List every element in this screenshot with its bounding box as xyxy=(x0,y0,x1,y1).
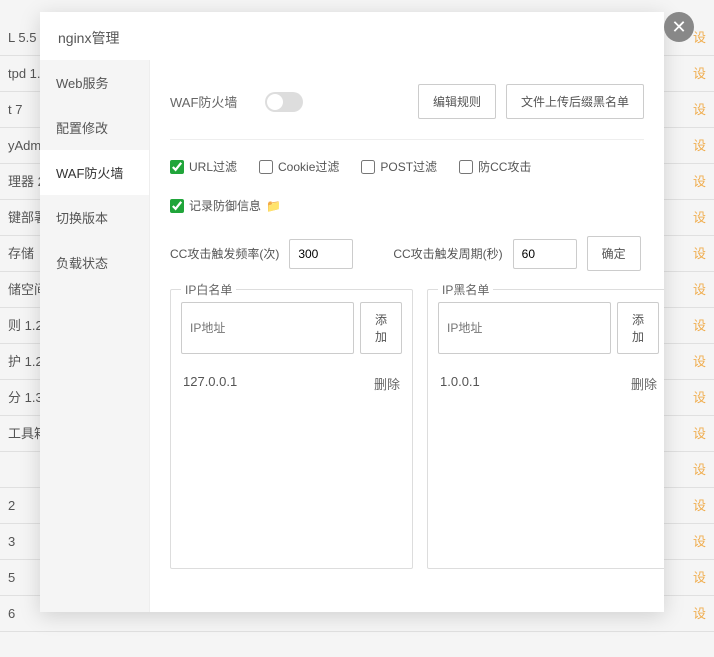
check-input-1[interactable] xyxy=(259,160,273,174)
check-2[interactable]: POST过滤 xyxy=(361,158,437,175)
check-input-0[interactable] xyxy=(170,160,184,174)
blacklist-item: 1.0.0.1 删除 xyxy=(440,368,657,399)
sidebar-item-0[interactable]: Web服务 xyxy=(40,60,149,105)
whitelist-input[interactable] xyxy=(181,302,354,354)
check-3[interactable]: 防CC攻击 xyxy=(459,158,531,175)
check-label: 记录防御信息 xyxy=(189,197,261,214)
cc-freq-label: CC攻击触发频率(次) xyxy=(170,245,279,262)
nginx-modal: nginx管理 Web服务配置修改WAF防火墙切换版本负载状态 WAF防火墙 编… xyxy=(40,12,664,612)
folder-icon[interactable]: 📁 xyxy=(266,199,281,213)
delete-link[interactable]: 删除 xyxy=(631,374,657,393)
sidebar-item-3[interactable]: 切换版本 xyxy=(40,195,149,240)
blacklist-add-button[interactable]: 添加 xyxy=(617,302,659,354)
modal-title: nginx管理 xyxy=(40,12,664,60)
check-input-3[interactable] xyxy=(459,160,473,174)
check-1[interactable]: Cookie过滤 xyxy=(259,158,339,175)
modal-content: WAF防火墙 编辑规则 文件上传后缀黑名单 URL过滤 Cookie过滤 POST过… xyxy=(150,60,664,612)
edit-rules-button[interactable]: 编辑规则 xyxy=(418,84,496,119)
confirm-button[interactable]: 确定 xyxy=(587,236,641,271)
check-input-2[interactable] xyxy=(361,160,375,174)
whitelist-item: 127.0.0.1 删除 xyxy=(183,368,400,399)
blacklist-box: IP黑名单 添加 1.0.0.1删除 xyxy=(427,289,664,569)
filter-checks: URL过滤 Cookie过滤 POST过滤 防CC攻击记录防御信息 📁 xyxy=(170,140,644,232)
close-icon[interactable]: ✕ xyxy=(664,12,694,42)
cc-freq-input[interactable] xyxy=(289,239,353,269)
ip-value: 127.0.0.1 xyxy=(183,374,237,393)
cc-cycle-input[interactable] xyxy=(513,239,577,269)
blacklist-title: IP黑名单 xyxy=(438,281,493,298)
cc-cycle-label: CC攻击触发周期(秒) xyxy=(393,245,502,262)
check-input-4[interactable] xyxy=(170,199,184,213)
check-label: Cookie过滤 xyxy=(278,158,339,175)
check-4[interactable]: 记录防御信息 📁 xyxy=(170,197,281,214)
check-label: URL过滤 xyxy=(189,158,237,175)
sidebar: Web服务配置修改WAF防火墙切换版本负载状态 xyxy=(40,60,150,612)
waf-label: WAF防火墙 xyxy=(170,92,237,111)
ext-blacklist-button[interactable]: 文件上传后缀黑名单 xyxy=(506,84,644,119)
whitelist-box: IP白名单 添加 127.0.0.1删除 xyxy=(170,289,413,569)
blacklist-input[interactable] xyxy=(438,302,611,354)
whitelist-add-button[interactable]: 添加 xyxy=(360,302,402,354)
check-label: 防CC攻击 xyxy=(478,158,531,175)
waf-toggle[interactable] xyxy=(265,92,303,112)
sidebar-item-2[interactable]: WAF防火墙 xyxy=(40,150,149,195)
ip-value: 1.0.0.1 xyxy=(440,374,480,393)
sidebar-item-4[interactable]: 负载状态 xyxy=(40,240,149,285)
check-0[interactable]: URL过滤 xyxy=(170,158,237,175)
check-label: POST过滤 xyxy=(380,158,437,175)
whitelist-title: IP白名单 xyxy=(181,281,236,298)
sidebar-item-1[interactable]: 配置修改 xyxy=(40,105,149,150)
delete-link[interactable]: 删除 xyxy=(374,374,400,393)
